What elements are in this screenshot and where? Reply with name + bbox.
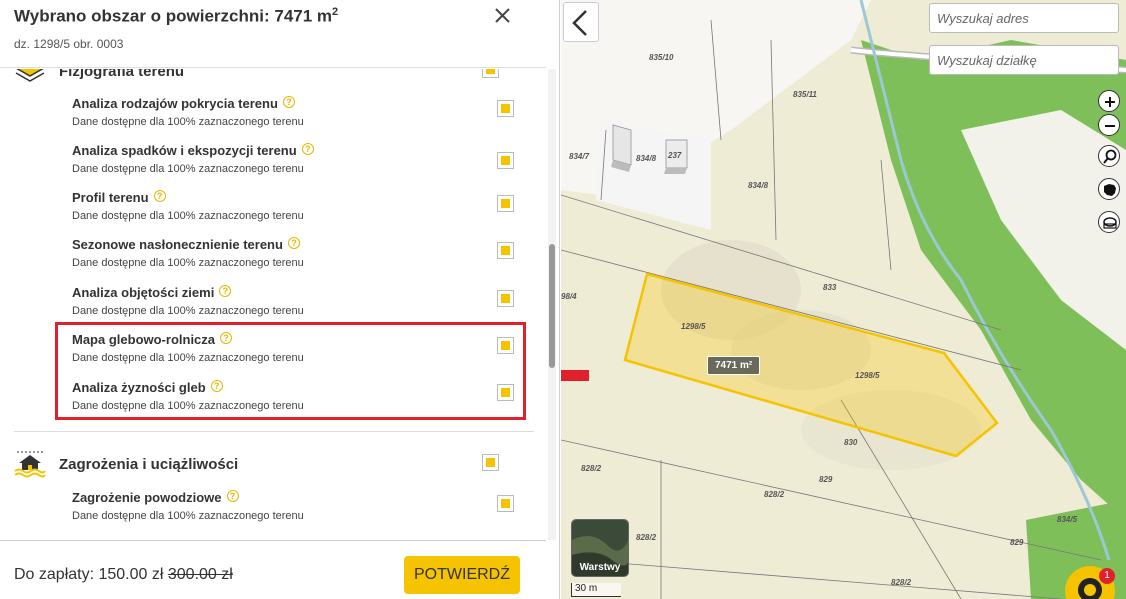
analysis-list[interactable]: Fizjografia terenu Analiza rodzajów pokr… [0, 69, 546, 540]
section-checkbox-hazards[interactable] [482, 454, 499, 471]
region-button[interactable] [1098, 178, 1120, 200]
plot-label: 834/8 [636, 154, 657, 163]
plot-search-input[interactable] [929, 45, 1119, 75]
panel-header: Wybrano obszar o powierzchni: 7471 m2 dz… [0, 0, 546, 68]
plot-id: dz. 1298/5 obr. 0003 [14, 37, 124, 51]
plot-label: 835/10 [649, 53, 674, 62]
section-header-hazards: Zagrożenia i uciążliwości [14, 450, 534, 478]
plot-label: 835/11 [793, 90, 817, 99]
layers-button[interactable]: Warstwy [571, 519, 629, 577]
item-availability: Dane dostępne dla 100% zaznaczonego tere… [72, 257, 304, 269]
item-title: Analiza spadków i ekspozycji terenu? [72, 143, 314, 158]
item-availability: Dane dostępne dla 100% zaznaczonego tere… [72, 163, 304, 175]
zoom-out-button[interactable] [1098, 114, 1120, 136]
plot-label: 834/7 [569, 152, 590, 161]
item-availability: Dane dostępne dla 100% zaznaczonego tere… [72, 305, 304, 317]
plot-label: 828/2 [764, 490, 785, 499]
list-item-terrain-profile: Profil terenu? Dane dostępne dla 100% za… [72, 190, 532, 232]
plot-label: 834/5 [1057, 515, 1078, 524]
confirm-button[interactable]: POTWIERDŹ [404, 556, 520, 594]
plot-label: 830 [844, 438, 858, 447]
section-header-physiography: Fizjografia terenu [14, 69, 534, 85]
price-summary: Do zapłaty: 150.00 zł 300.00 zł [14, 566, 233, 583]
zoom-in-button[interactable] [1098, 90, 1120, 112]
help-icon[interactable]: ? [301, 143, 314, 155]
map-view[interactable]: 835/10 835/11 834/7 834/8 237 834/8 833 … [561, 0, 1126, 599]
list-item-slopes: Analiza spadków i ekspozycji terenu? Dan… [72, 143, 532, 185]
item-availability: Dane dostępne dla 100% zaznaczonego tere… [72, 352, 304, 364]
plus-icon [1105, 97, 1115, 107]
scrollbar-thumb[interactable] [549, 244, 555, 368]
plot-label: 828/2 [636, 533, 657, 542]
collapse-panel-button[interactable] [563, 2, 599, 42]
help-icon[interactable]: ? [153, 190, 166, 202]
measure-button[interactable] [1098, 211, 1120, 233]
item-checkbox[interactable] [497, 152, 514, 169]
item-title: Mapa glebowo-rolnicza? [72, 332, 233, 347]
item-checkbox[interactable] [497, 100, 514, 117]
map-canvas[interactable] [561, 0, 1126, 599]
plot-label: 828/2 [891, 578, 912, 587]
item-checkbox[interactable] [497, 495, 514, 512]
address-search-input[interactable] [929, 3, 1119, 33]
section-divider [14, 431, 534, 432]
item-availability: Dane dostępne dla 100% zaznaczonego tere… [72, 510, 304, 522]
help-icon[interactable]: ? [287, 237, 300, 249]
plot-label: 828/2 [581, 464, 602, 473]
magnifier-icon [1103, 149, 1117, 164]
layers-label: Warstwy [579, 562, 621, 573]
item-title: Analiza żyzności gleb? [72, 380, 223, 395]
item-title: Zagrożenie powodziowe? [72, 490, 239, 505]
plot-label: 237 [668, 151, 682, 160]
help-icon[interactable]: ? [219, 285, 232, 297]
scale-bar: 30 m [571, 583, 621, 597]
list-item-insolation: Sezonowe nasłonecznienie terenu? Dane do… [72, 237, 532, 279]
section-title: Zagrożenia i uciążliwości [59, 456, 239, 473]
plot-label: 1298/5 [855, 371, 880, 380]
item-title: Analiza rodzajów pokrycia terenu? [72, 96, 295, 111]
help-icon[interactable]: ? [220, 332, 233, 344]
section-title: Fizjografia terenu [59, 69, 185, 80]
close-icon[interactable] [492, 4, 514, 26]
measure-icon [1103, 217, 1117, 229]
item-checkbox[interactable] [497, 337, 514, 354]
item-title: Profil terenu? [72, 190, 166, 205]
search-map-button[interactable] [1098, 145, 1120, 167]
terrain-layers-icon [15, 69, 45, 82]
plot-label: 829 [1010, 538, 1024, 547]
page-title: Wybrano obszar o powierzchni: 7471 m2 [14, 6, 339, 26]
item-title: Analiza objętości ziemi? [72, 285, 232, 300]
item-checkbox[interactable] [497, 195, 514, 212]
item-checkbox[interactable] [497, 384, 514, 401]
panel-footer: Do zapłaty: 150.00 zł 300.00 zł POTWIERD… [0, 540, 546, 599]
old-price: 300.00 zł [167, 566, 233, 583]
item-availability: Dane dostępne dla 100% zaznaczonego tere… [72, 400, 304, 412]
minus-icon [1105, 125, 1115, 127]
notification-badge: 1 [1099, 568, 1115, 584]
side-panel: Fizjografia terenu Analiza rodzajów pokr… [0, 0, 560, 599]
flood-house-icon [14, 451, 46, 478]
list-item-flood: Zagrożenie powodziowe? Dane dostępne dla… [72, 490, 532, 532]
area-badge: 7471 m² [707, 356, 761, 375]
list-item-earth-volume: Analiza objętości ziemi? Dane dostępne d… [72, 285, 532, 327]
list-item-land-cover: Analiza rodzajów pokrycia terenu? Dane d… [72, 96, 532, 138]
list-item-soil-map: Mapa glebowo-rolnicza? Dane dostępne dla… [72, 332, 532, 374]
plot-label: 829 [819, 475, 833, 484]
item-availability: Dane dostępne dla 100% zaznaczonego tere… [72, 116, 304, 128]
poland-map-icon [1104, 184, 1116, 196]
item-checkbox[interactable] [497, 290, 514, 307]
chevron-left-icon [572, 10, 587, 36]
help-icon[interactable]: ? [226, 490, 239, 502]
item-availability: Dane dostępne dla 100% zaznaczonego tere… [72, 210, 304, 222]
plot-label: 98/4 [561, 292, 577, 301]
help-icon[interactable]: ? [210, 380, 223, 392]
help-icon[interactable]: ? [282, 96, 295, 108]
section-checkbox-physiography[interactable] [482, 69, 499, 78]
list-item-soil-fertility: Analiza żyzności gleb? Dane dostępne dla… [72, 380, 532, 422]
item-checkbox[interactable] [497, 242, 514, 259]
item-title: Sezonowe nasłonecznienie terenu? [72, 237, 300, 252]
plot-label: 1298/5 [681, 322, 706, 331]
plot-label: 833 [823, 283, 837, 292]
plot-label: 834/8 [748, 181, 769, 190]
